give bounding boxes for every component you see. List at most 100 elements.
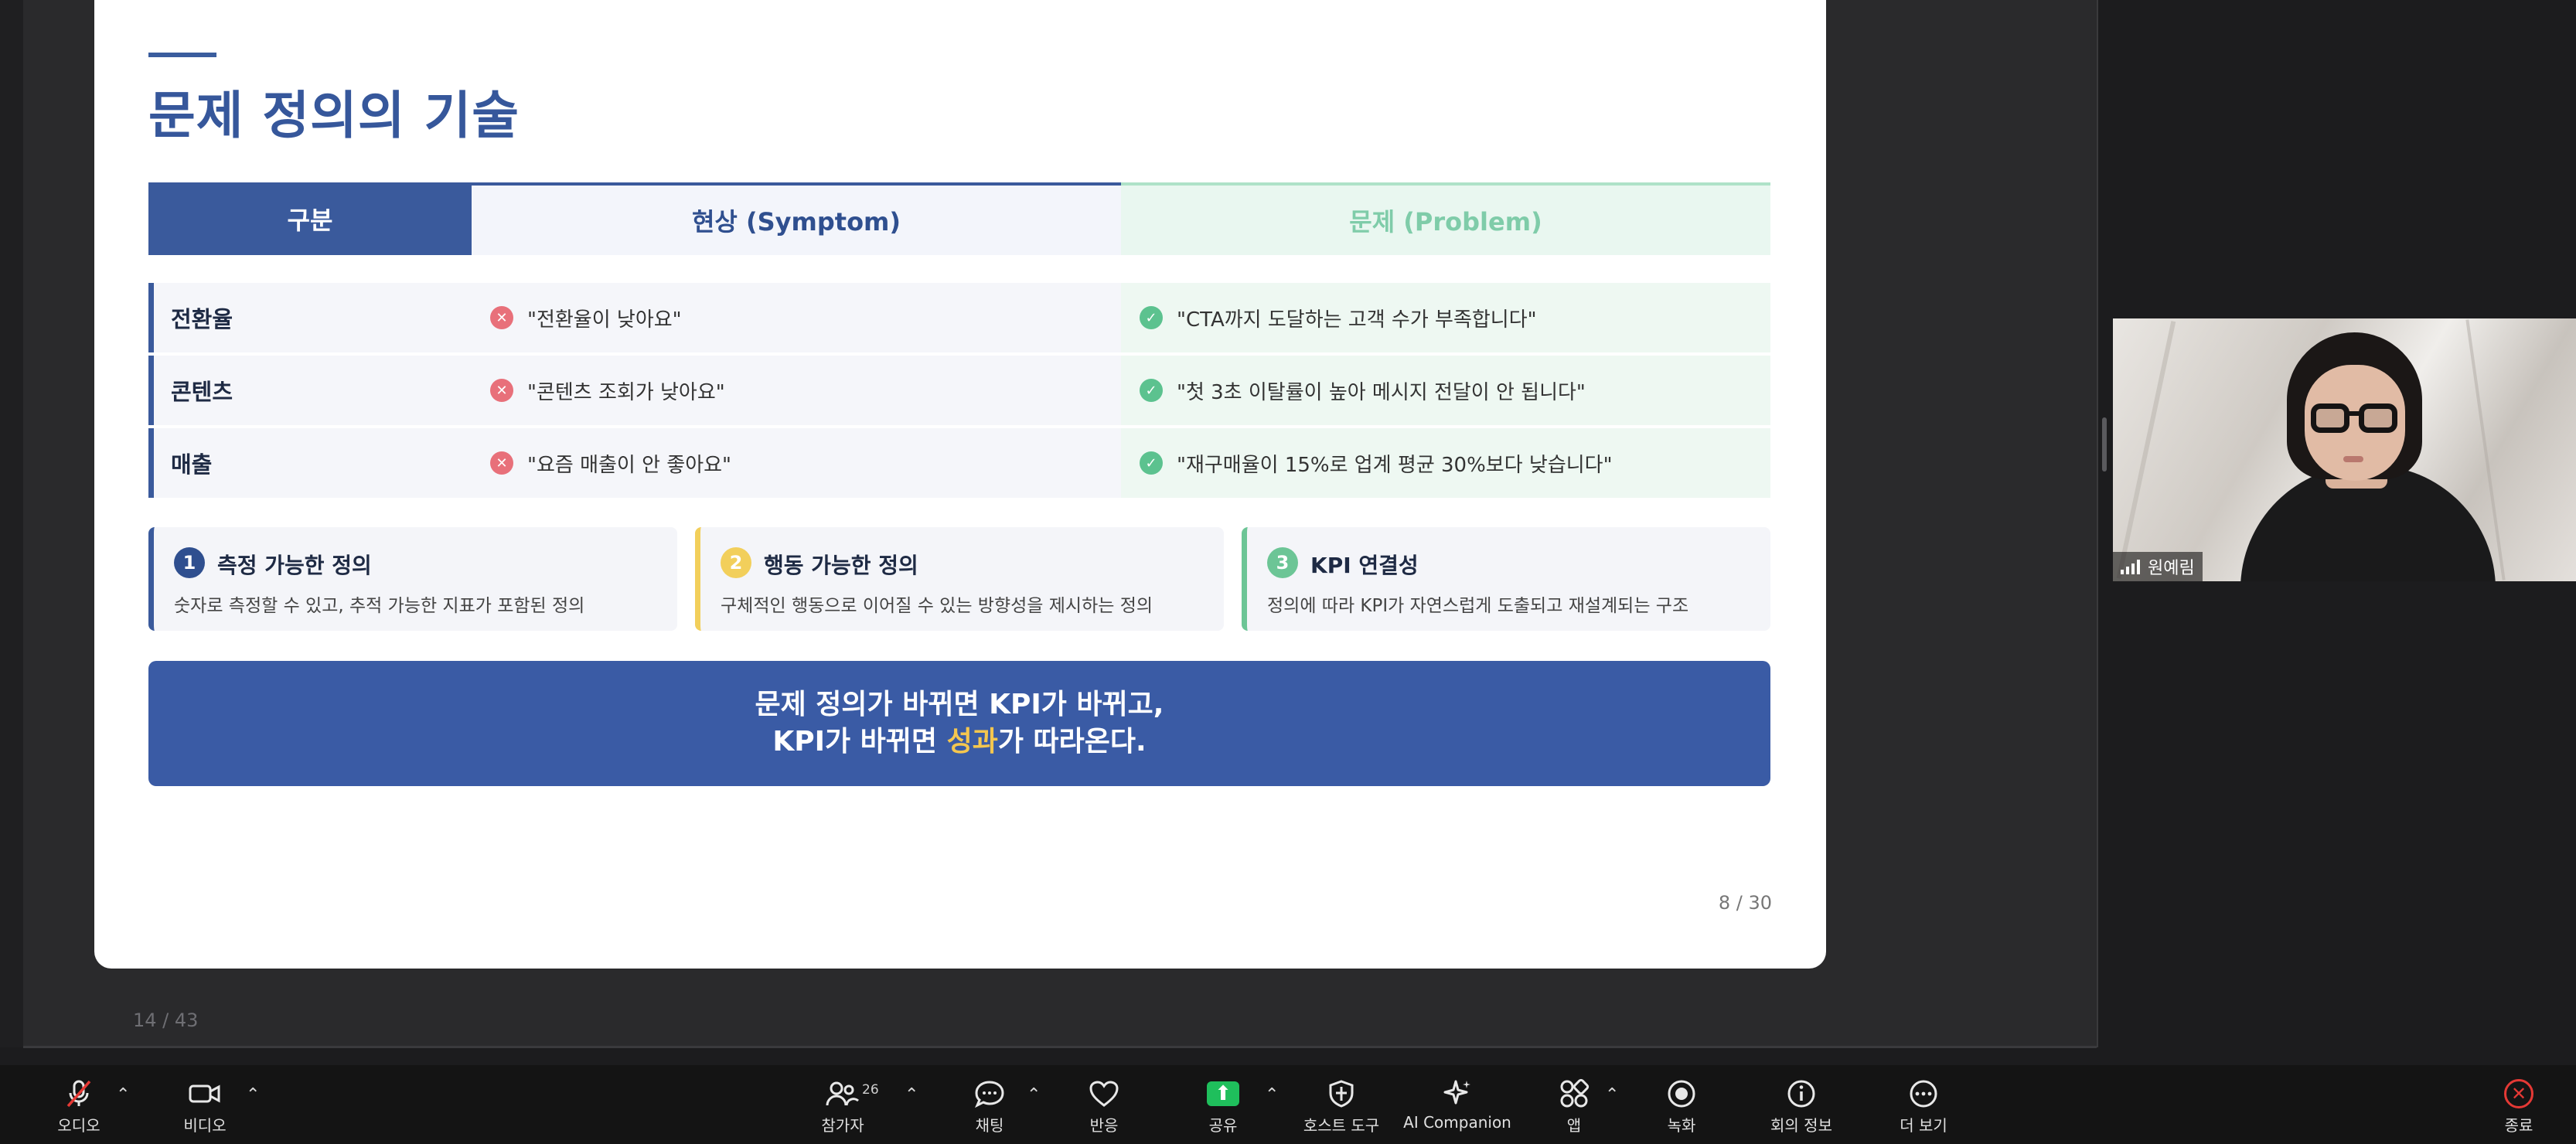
row-problem: ✓ "CTA까지 도달하는 고객 수가 부족합니다" [1121, 283, 1770, 352]
card-description: 정의에 따라 KPI가 자연스럽게 도출되고 재설계되는 구조 [1267, 596, 1689, 616]
glasses-bridge [2348, 411, 2360, 416]
check-circle-icon: ✓ [1140, 451, 1163, 475]
row-problem: ✓ "재구매율이 15%로 업계 평균 30%보다 낮습니다" [1121, 428, 1770, 498]
presentation-page-counter: 14 / 43 [133, 1010, 199, 1031]
chat-label: 채팅 [975, 1116, 1004, 1135]
host-tools-label: 호스트 도구 [1303, 1116, 1380, 1135]
banner-highlight: 성과 [946, 726, 998, 758]
table-row: 콘텐츠 ✕ "콘텐츠 조회가 낮아요" ✓ "첫 3초 이탈률이 높아 메시지 전달… [148, 356, 1770, 425]
video-button[interactable]: 비디오 [174, 1065, 236, 1144]
signal-strength-icon [2121, 559, 2140, 574]
apps-options-caret-icon[interactable]: ⌃ [1605, 1085, 1619, 1105]
table-row: 매출 ✕ "요즘 매출이 안 좋아요" ✓ "재구매율이 15%로 업계 평균 30… [148, 428, 1770, 498]
reactions-label: 반응 [1089, 1116, 1119, 1135]
row-category: 매출 [148, 428, 472, 498]
card-kpi: 3 KPI 연결성 정의에 따라 KPI가 자연스럽게 도출되고 재설계되는 구… [1242, 527, 1770, 631]
ai-companion-label: AI Companion [1403, 1113, 1511, 1132]
conclusion-banner: 문제 정의가 바뀌면 KPI가 바뀌고, KPI가 바뀌면 성과가 따라온다. [148, 661, 1770, 786]
microphone-muted-icon [63, 1078, 94, 1110]
apps-button[interactable]: 앱 [1543, 1065, 1605, 1144]
glasses-right [2359, 403, 2397, 433]
shield-icon [1327, 1078, 1355, 1110]
slide-page-number: 8 / 30 [1718, 892, 1772, 914]
resize-handle[interactable] [2102, 417, 2107, 472]
participant-name: 원예림 [2148, 559, 2195, 578]
x-circle-icon: ✕ [490, 451, 513, 475]
presentation-slide: 문제 정의의 기술 구분 현상 (Symptom) 문제 (Problem) 전… [94, 0, 1826, 969]
share-label: 공유 [1208, 1116, 1238, 1135]
participant-video-tile[interactable]: 원예림 [2113, 318, 2576, 581]
more-button[interactable]: 더 보기 [1886, 1065, 1961, 1144]
share-area-edge [23, 1046, 2097, 1048]
record-icon [1666, 1078, 1697, 1110]
audio-button[interactable]: 오디오 [48, 1065, 110, 1144]
row-symptom: ✕ "전환율이 낮아요" [472, 283, 1121, 352]
end-meeting-button[interactable]: ✕ 종료 [2488, 1065, 2550, 1144]
more-dots-icon [1908, 1078, 1939, 1110]
problem-text: "첫 3초 이탈률이 높아 메시지 전달이 안 됩니다" [1177, 380, 1586, 404]
record-label: 녹화 [1667, 1116, 1696, 1135]
end-x-icon: ✕ [2504, 1078, 2533, 1110]
participant-mouth [2343, 456, 2363, 462]
card-number: 2 [721, 547, 751, 578]
meeting-info-button[interactable]: 회의 정보 [1763, 1065, 1840, 1144]
banner-line-2: KPI가 바뀌면 성과가 따라온다. [772, 724, 1146, 761]
share-screen-icon: ⬆ [1207, 1078, 1239, 1110]
share-button[interactable]: ⬆ 공유 [1192, 1065, 1254, 1144]
participant-name-tag: 원예림 [2113, 552, 2203, 581]
header-symptom: 현상 (Symptom) [472, 182, 1121, 255]
banner-text: 가 따라온다. [997, 726, 1147, 758]
audio-options-caret-icon[interactable]: ⌃ [116, 1085, 130, 1105]
symptom-text: "전환율이 낮아요" [527, 308, 682, 332]
reactions-button[interactable]: 반응 [1073, 1065, 1135, 1144]
card-title: KPI 연결성 [1310, 553, 1419, 578]
card-title: 행동 가능한 정의 [764, 553, 918, 578]
check-circle-icon: ✓ [1140, 379, 1163, 402]
info-icon [1786, 1078, 1817, 1110]
sparkle-icon [1442, 1078, 1473, 1110]
participants-options-caret-icon[interactable]: ⌃ [905, 1085, 918, 1105]
row-category: 콘텐츠 [148, 356, 472, 425]
record-button[interactable]: 녹화 [1651, 1065, 1712, 1144]
left-strip [0, 0, 23, 1047]
apps-icon [1559, 1078, 1590, 1110]
x-circle-icon: ✕ [490, 306, 513, 329]
participants-icon [826, 1078, 860, 1110]
meeting-info-label: 회의 정보 [1770, 1116, 1832, 1135]
row-symptom: ✕ "콘텐츠 조회가 낮아요" [472, 356, 1121, 425]
meeting-toolbar: 오디오 ⌃ 비디오 ⌃ 참가자 26 ⌃ 채팅 ⌃ 반응 ⬆ 공유 ⌃ 호스트 … [0, 1065, 2576, 1144]
card-description: 구체적인 행동으로 이어질 수 있는 방향성을 제시하는 정의 [721, 596, 1153, 616]
chat-icon [974, 1078, 1005, 1110]
table-header: 구분 현상 (Symptom) 문제 (Problem) [148, 182, 1770, 255]
video-options-caret-icon[interactable]: ⌃ [246, 1085, 260, 1105]
row-symptom: ✕ "요즘 매출이 안 좋아요" [472, 428, 1121, 498]
apps-label: 앱 [1566, 1116, 1582, 1135]
glasses-left [2311, 403, 2349, 433]
chat-options-caret-icon[interactable]: ⌃ [1027, 1085, 1041, 1105]
header-problem: 문제 (Problem) [1121, 182, 1770, 255]
share-options-caret-icon[interactable]: ⌃ [1265, 1085, 1279, 1105]
problem-text: "CTA까지 도달하는 고객 수가 부족합니다" [1177, 308, 1537, 332]
participants-label: 참가자 [821, 1116, 864, 1135]
card-description: 숫자로 측정할 수 있고, 추적 가능한 지표가 포함된 정의 [174, 596, 585, 616]
header-category: 구분 [148, 182, 472, 255]
more-label: 더 보기 [1900, 1116, 1947, 1135]
host-tools-button[interactable]: 호스트 도구 [1295, 1065, 1388, 1144]
end-label: 종료 [2504, 1116, 2533, 1135]
x-circle-icon: ✕ [490, 379, 513, 402]
symptom-text: "요즘 매출이 안 좋아요" [527, 453, 731, 477]
video-label: 비디오 [183, 1116, 227, 1135]
camera-icon [188, 1078, 222, 1110]
card-actionable: 2 행동 가능한 정의 구체적인 행동으로 이어질 수 있는 방향성을 제시하는… [695, 527, 1224, 631]
panel-divider [2097, 0, 2098, 1047]
participants-button[interactable]: 참가자 [812, 1065, 874, 1144]
heart-icon [1089, 1078, 1119, 1110]
card-title: 측정 가능한 정의 [217, 553, 372, 578]
card-measurable: 1 측정 가능한 정의 숫자로 측정할 수 있고, 추적 가능한 지표가 포함된… [148, 527, 677, 631]
row-category: 전환율 [148, 283, 472, 352]
ai-companion-button[interactable]: AI Companion [1401, 1065, 1514, 1144]
card-number: 1 [174, 547, 205, 578]
check-circle-icon: ✓ [1140, 306, 1163, 329]
table-row: 전환율 ✕ "전환율이 낮아요" ✓ "CTA까지 도달하는 고객 수가 부족합니다… [148, 283, 1770, 352]
chat-button[interactable]: 채팅 [959, 1065, 1021, 1144]
